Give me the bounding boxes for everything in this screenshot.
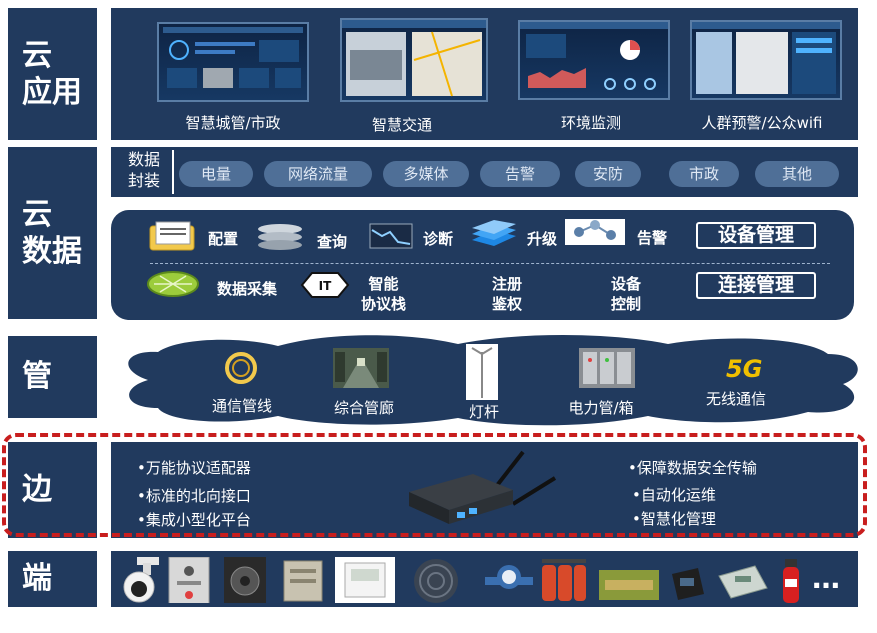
sensor-box-icon — [283, 560, 323, 602]
data-pack-divider — [172, 150, 174, 194]
svg-text:IT: IT — [319, 279, 332, 293]
pipeline-sensor-photo — [599, 570, 659, 600]
layer-terminal-label: 端 — [22, 561, 52, 597]
layer-cloud-data-label: 云 数据 — [22, 196, 82, 270]
diagnosis-chart-icon — [369, 223, 413, 249]
edge-feature-right: •智慧化管理 — [632, 510, 716, 528]
layer-cloud-app: 云 应用 — [8, 8, 97, 140]
app-label-smart-city: 智慧城管/市政 — [185, 114, 281, 132]
data-type-pill: 网络流量 — [264, 161, 372, 187]
smart-meter-icon — [718, 565, 768, 599]
upgrade-layers-icon — [472, 220, 516, 246]
environment-graphic — [520, 22, 668, 90]
manhole-cover-icon — [414, 559, 458, 603]
wireless-label: 无线通信 — [705, 390, 766, 408]
data-type-pill: 安防 — [575, 161, 641, 187]
crowd-graphic — [692, 22, 840, 94]
app-screenshot-environment — [518, 20, 670, 100]
func-upgrade-label: 升级 — [527, 230, 558, 248]
edge-feature-right: •自动化运维 — [632, 486, 716, 504]
light-pole-icon — [466, 344, 498, 400]
app-label-crowd: 人群预警/公众wifi — [701, 114, 823, 132]
data-type-pill: 告警 — [480, 161, 560, 187]
data-type-pill: 其他 — [755, 161, 839, 187]
pipe-label-utility-tunnel: 综合管廊 — [333, 399, 394, 417]
func-alarm-label: 告警 — [637, 229, 668, 247]
func-diagnose-label: 诊断 — [423, 230, 454, 248]
protocol-stack-icon: IT — [300, 272, 350, 298]
app-screenshot-traffic — [340, 18, 488, 102]
app-screenshot-crowd — [690, 20, 842, 100]
device-management-box: 设备管理 — [696, 222, 816, 249]
dashboard-graphic — [163, 27, 303, 88]
edge-feature-left: •集成小型化平台 — [137, 511, 251, 529]
optical-fiber-icon — [225, 352, 257, 384]
func-config-label: 配置 — [208, 230, 239, 248]
water-meter-icon — [485, 565, 533, 589]
func-device-control-label: 设备 控制 — [611, 275, 642, 313]
edge-feature-left: •万能协议适配器 — [137, 459, 251, 477]
data-type-pill: 电量 — [179, 161, 253, 187]
func-register-auth-label: 注册 鉴权 — [492, 275, 523, 313]
data-pack-label: 数据 封装 — [128, 150, 161, 190]
more-devices-ellipsis: … — [812, 562, 840, 595]
pipe-label-light-pole: 灯杆 — [468, 403, 499, 421]
layer-pipe-label: 管 — [22, 359, 52, 395]
func-query-label: 查询 — [317, 233, 348, 251]
layer-pipe: 管 — [8, 336, 97, 418]
app-screenshot-smart-city — [157, 22, 309, 102]
power-cabinet-photo — [579, 348, 635, 388]
connection-management-box: 连接管理 — [696, 272, 816, 299]
layer-cloud-data: 云 数据 — [8, 147, 97, 319]
edge-feature-left: •标准的北向接口 — [137, 487, 251, 505]
pipe-label-power-box: 电力管/箱 — [568, 399, 634, 417]
pipe-label-comm-line: 通信管线 — [211, 397, 272, 415]
dome-camera-icon — [123, 557, 159, 603]
gas-cylinder-icon — [542, 559, 586, 601]
data-collection-icon — [147, 271, 199, 297]
traffic-graphic — [342, 20, 486, 97]
layer-terminal: 端 — [8, 551, 97, 607]
network-nodes-icon — [565, 219, 625, 245]
5g-badge: 5G — [726, 355, 763, 383]
data-type-pill: 多媒体 — [383, 161, 469, 187]
data-logger-icon — [672, 568, 704, 600]
layer-cloud-app-label: 云 应用 — [22, 37, 82, 111]
func-data-collection-label: 数据采集 — [217, 280, 278, 298]
app-label-environment: 环境监测 — [560, 114, 621, 132]
edge-feature-right: •保障数据安全传输 — [628, 459, 757, 477]
speaker-icon — [224, 557, 266, 603]
intercom-panel-icon — [168, 557, 210, 603]
functions-divider — [150, 263, 830, 264]
folder-icon — [149, 221, 195, 251]
edge-gateway-device — [409, 450, 557, 524]
data-type-pill: 市政 — [669, 161, 739, 187]
server-icon — [258, 224, 302, 250]
utility-tunnel-photo — [333, 348, 389, 388]
func-protocol-stack-label: 智能 协议栈 — [361, 275, 407, 313]
fire-extinguisher-icon — [783, 559, 799, 603]
app-label-traffic: 智慧交通 — [371, 116, 432, 134]
temperature-humidity-sensor-icon — [335, 557, 395, 603]
